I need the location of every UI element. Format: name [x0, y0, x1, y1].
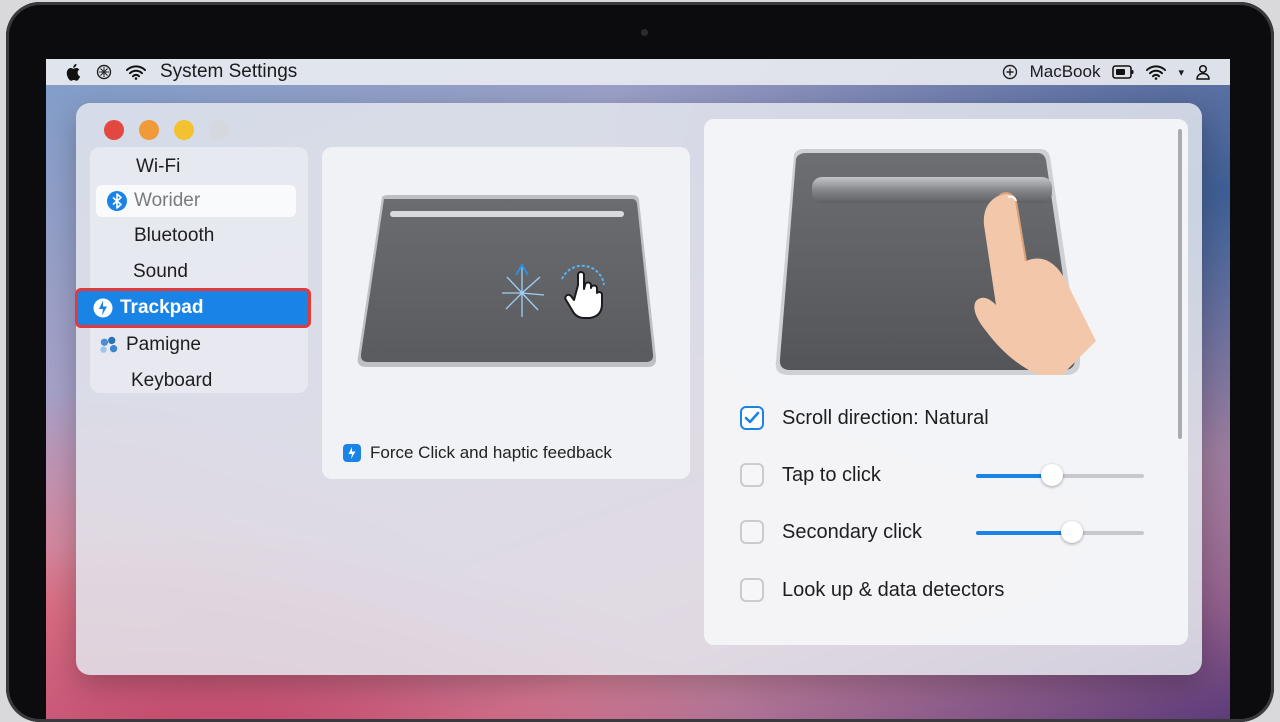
- people-icon: [98, 334, 120, 356]
- sidebar-item-label: Keyboard: [131, 370, 213, 391]
- option-label: Secondary click: [782, 520, 923, 543]
- trackpad-icon: [92, 297, 114, 319]
- scroll-gesture-illustration: [775, 149, 1096, 375]
- sidebar-item-trackpad[interactable]: Trackpad: [78, 291, 308, 325]
- sidebar: Wi-Fi Worider Bluetooth Sound Trackpad P…: [78, 147, 308, 393]
- menu-bar: System Settings MacBook ▾: [46, 59, 1230, 85]
- chevron-down-icon[interactable]: ▾: [1178, 66, 1184, 79]
- sidebar-item-label: Pamigne: [126, 334, 201, 355]
- force-click-preview-panel: Force Click and haptic feedback: [322, 147, 690, 479]
- window-controls: [104, 120, 229, 140]
- siri-icon[interactable]: [96, 64, 112, 80]
- option-tap-to-click[interactable]: Tap to click: [740, 463, 881, 487]
- app-title[interactable]: System Settings: [160, 61, 297, 83]
- secondary-click-slider[interactable]: [976, 521, 1144, 543]
- scrollbar[interactable]: [1178, 129, 1182, 439]
- sidebar-item-wifi[interactable]: Wi-Fi: [136, 151, 180, 183]
- sidebar-item-label: Trackpad: [120, 297, 204, 318]
- option-label: Tap to click: [782, 463, 881, 486]
- sidebar-item-pamigne[interactable]: Pamigne: [98, 329, 201, 361]
- trackpad-illustration: [357, 195, 657, 367]
- camera: [641, 29, 648, 36]
- sidebar-item-keyboard[interactable]: Keyboard: [131, 365, 212, 397]
- user-icon[interactable]: [1196, 64, 1210, 80]
- battery-icon[interactable]: [1112, 65, 1134, 79]
- apple-icon[interactable]: [66, 63, 82, 81]
- sidebar-item-label: Sound: [133, 261, 188, 282]
- option-scroll-direction[interactable]: Scroll direction: Natural: [740, 406, 989, 430]
- caption-label: Force Click and haptic feedback: [370, 443, 612, 462]
- tap-to-click-slider[interactable]: [976, 464, 1144, 486]
- device-name[interactable]: MacBook: [1030, 62, 1101, 82]
- control-center-icon[interactable]: [1002, 64, 1018, 80]
- trackpad-app-icon: [342, 443, 362, 463]
- force-click-caption: Force Click and haptic feedback: [342, 443, 612, 463]
- sidebar-item-label: Bluetooth: [134, 225, 215, 246]
- sidebar-item-worider[interactable]: Worider: [96, 185, 296, 217]
- checkbox-tap-to-click[interactable]: [740, 463, 764, 487]
- slider-knob[interactable]: [1060, 521, 1083, 543]
- disabled-button: [209, 120, 229, 140]
- sidebar-item-label: Wi-Fi: [136, 156, 181, 177]
- close-button[interactable]: [104, 120, 124, 140]
- sidebar-item-sound[interactable]: Sound: [133, 256, 188, 288]
- slider-knob[interactable]: [1040, 464, 1063, 486]
- option-label: Look up & data detectors: [782, 578, 1005, 601]
- option-secondary-click[interactable]: Secondary click: [740, 520, 922, 544]
- trackpad-options-panel: Scroll direction: Natural Tap to click S…: [704, 119, 1188, 645]
- wifi-status-icon[interactable]: [1146, 64, 1167, 80]
- option-label: Scroll direction: Natural: [782, 406, 989, 429]
- minimize-button[interactable]: [139, 120, 159, 140]
- checkbox-secondary-click[interactable]: [740, 520, 764, 544]
- slider-fill: [976, 531, 1072, 535]
- sidebar-item-label: Worider: [134, 190, 201, 211]
- checkmark-icon: [744, 411, 760, 424]
- checkbox-look-up[interactable]: [740, 578, 764, 602]
- wifi-icon[interactable]: [126, 64, 146, 80]
- zoom-button[interactable]: [174, 120, 194, 140]
- sidebar-item-bluetooth[interactable]: Bluetooth: [134, 220, 214, 252]
- option-look-up[interactable]: Look up & data detectors: [740, 578, 1004, 602]
- checkbox-scroll-direction[interactable]: [740, 406, 764, 430]
- screen: System Settings MacBook ▾ Wi-Fi Worider …: [46, 59, 1230, 719]
- settings-window: Wi-Fi Worider Bluetooth Sound Trackpad P…: [76, 103, 1202, 675]
- bluetooth-icon: [106, 190, 128, 212]
